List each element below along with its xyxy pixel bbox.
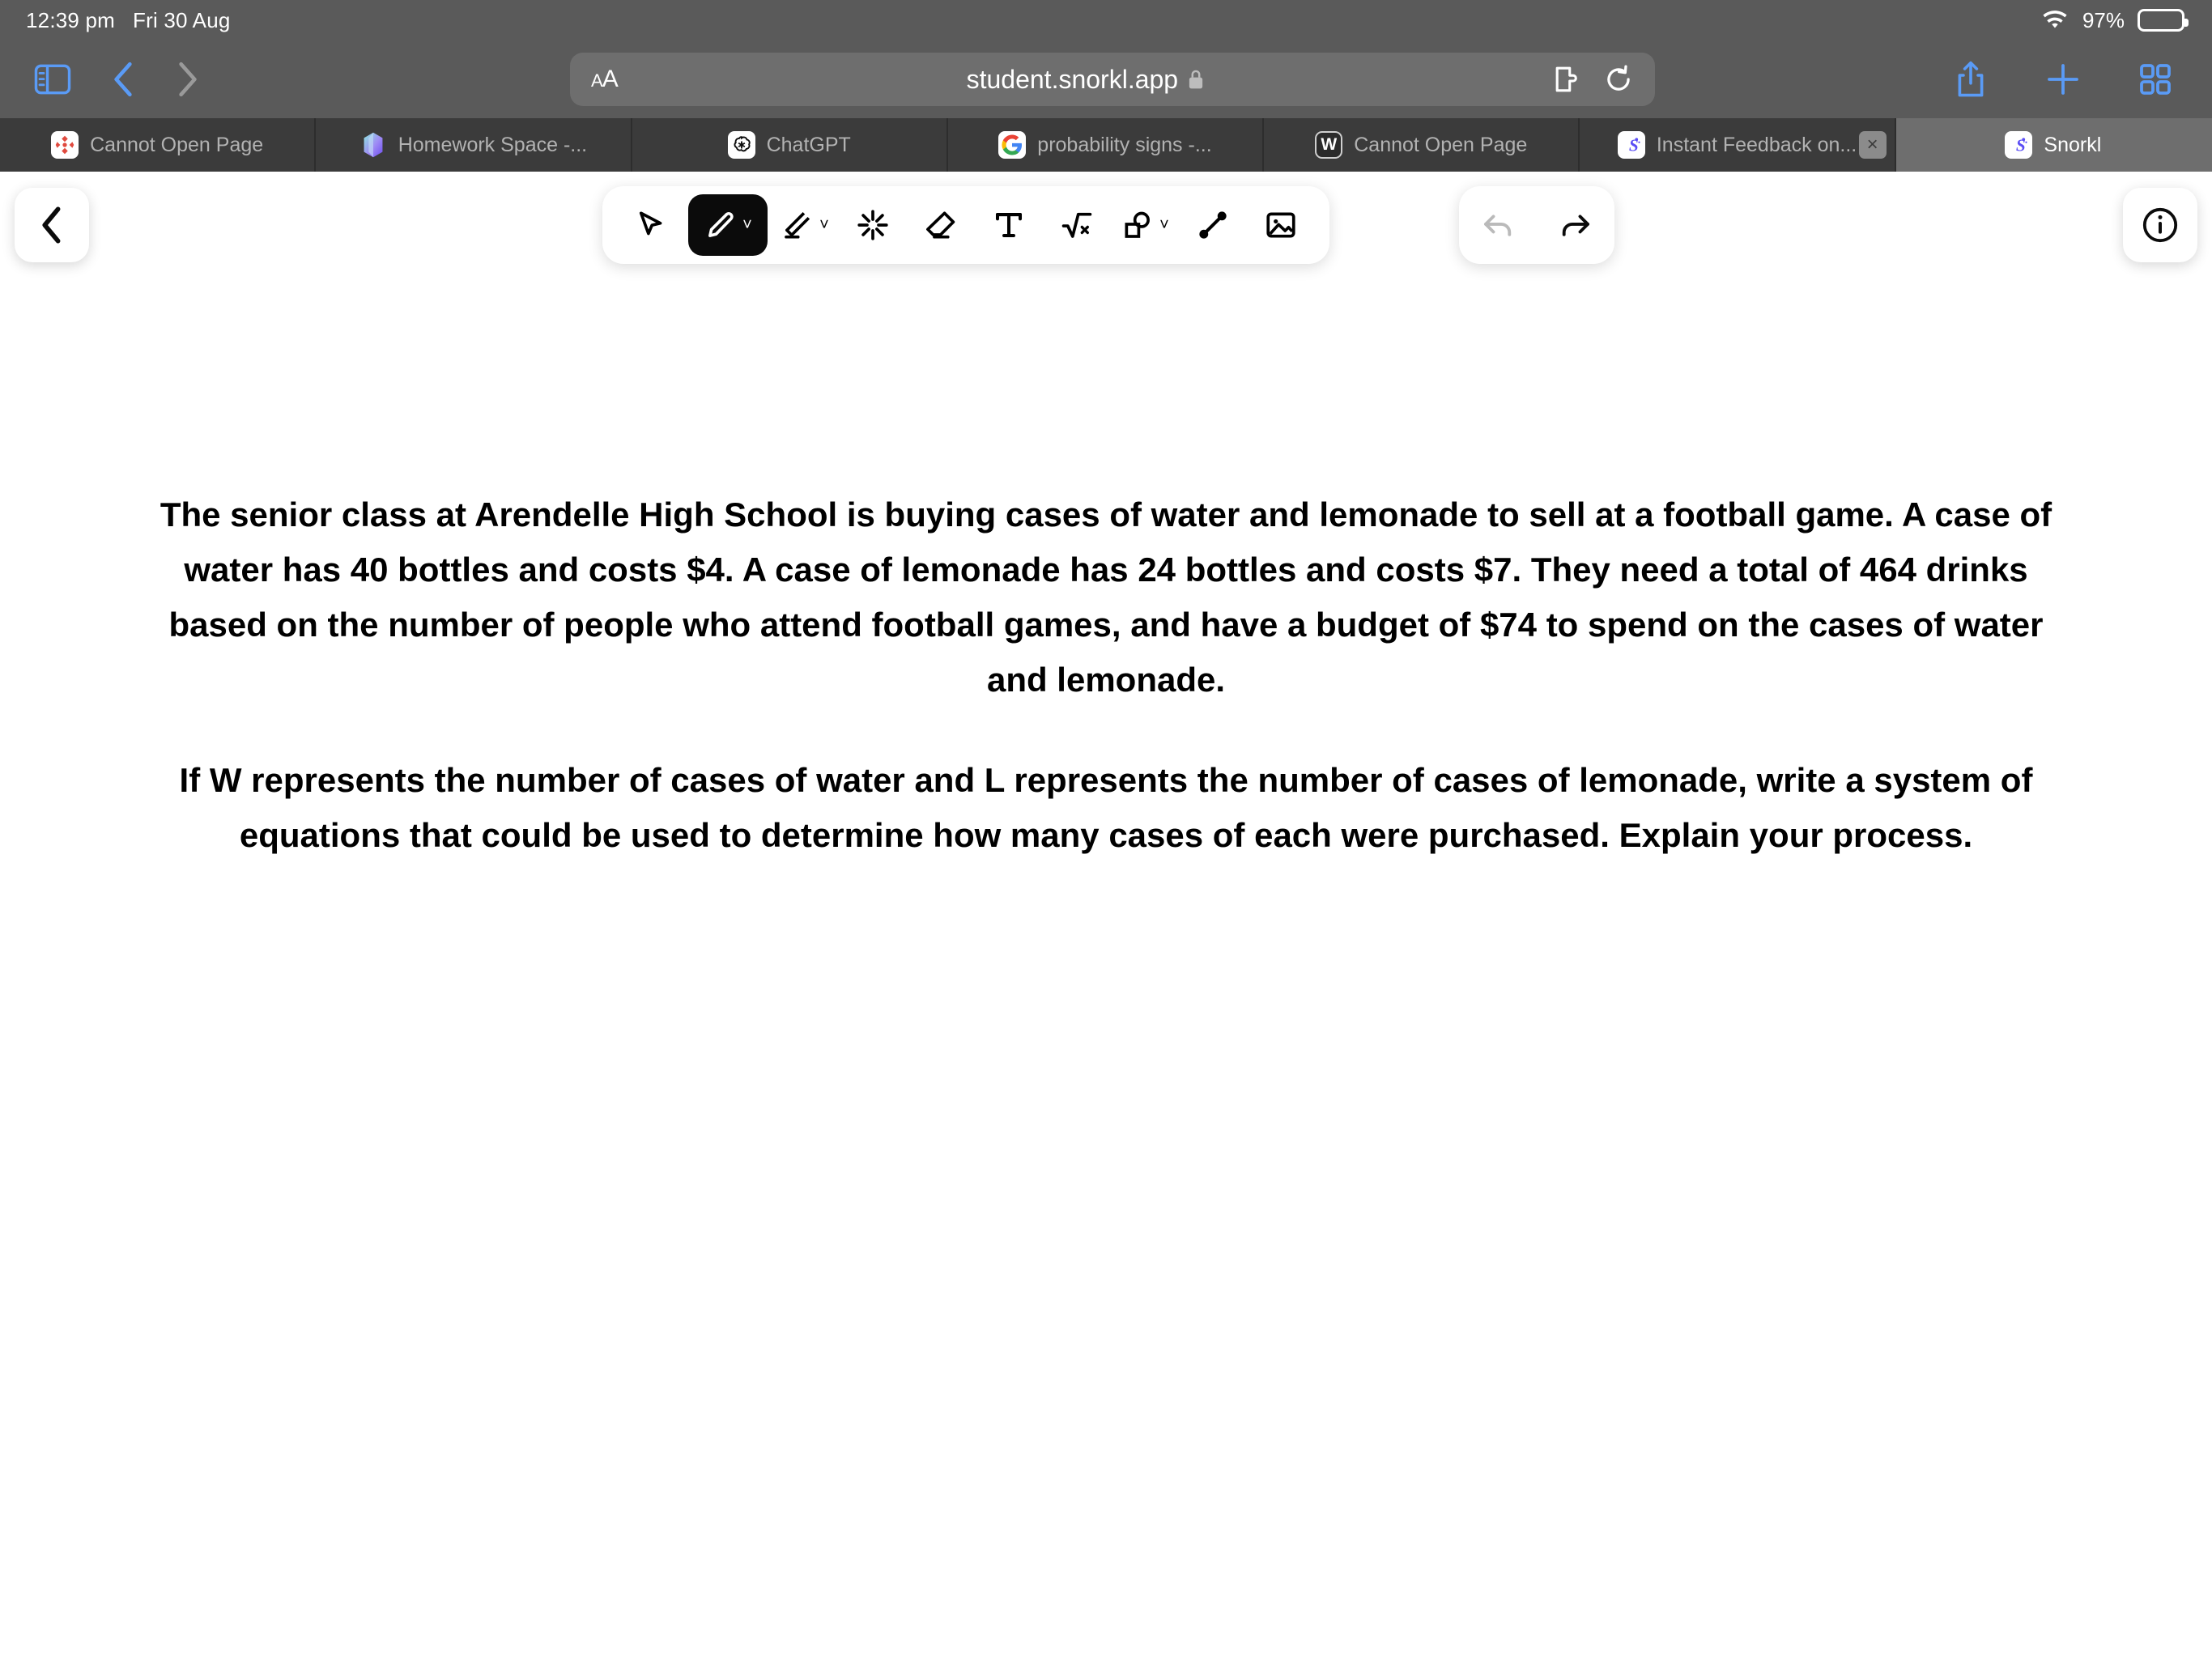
broken-page-icon: [51, 131, 79, 159]
sidebar-toggle-icon[interactable]: [34, 64, 71, 95]
undo-button[interactable]: [1469, 196, 1527, 254]
app-info-button[interactable]: [2123, 188, 2197, 262]
tab-label: Cannot Open Page: [1354, 133, 1528, 156]
image-tool[interactable]: [1250, 194, 1312, 256]
openai-icon: [727, 131, 755, 159]
text-size-button[interactable]: AA: [591, 66, 619, 93]
select-tool[interactable]: [620, 194, 682, 256]
history-toolbar: [1459, 186, 1614, 264]
battery-icon: [2138, 9, 2189, 32]
wifi-icon: [2040, 10, 2069, 31]
tab-close-icon[interactable]: ×: [1858, 131, 1887, 159]
math-tool[interactable]: [1046, 194, 1108, 256]
battery-percent: 97%: [2082, 7, 2125, 32]
text-tool[interactable]: [978, 194, 1040, 256]
status-time: 12:39 pm: [26, 7, 116, 32]
drawing-toolbar: ˅ ˅ ˅: [602, 186, 1329, 264]
tab-label: Snorkl: [2044, 133, 2102, 156]
reload-icon[interactable]: [1603, 64, 1634, 95]
app-back-button[interactable]: [15, 188, 89, 262]
pen-tool[interactable]: ˅: [688, 194, 768, 256]
highlighter-tool[interactable]: ˅: [774, 194, 836, 256]
question-prompt: The senior class at Arendelle High Schoo…: [0, 487, 2212, 863]
tab-homework-space[interactable]: Homework Space -...: [316, 118, 632, 172]
status-bar-left: 12:39 pm Fri 30 Aug: [0, 8, 231, 33]
ios-status-bar: 12:39 pm Fri 30 Aug 97%: [0, 0, 2212, 40]
share-icon[interactable]: [1953, 60, 1989, 99]
tab-probability-signs[interactable]: probability signs -...: [948, 118, 1265, 172]
safari-right-icons: [1953, 60, 2212, 99]
lock-icon: [1188, 69, 1204, 90]
redo-button[interactable]: [1546, 196, 1605, 254]
line-tool[interactable]: [1182, 194, 1244, 256]
chevron-down-icon[interactable]: ˅: [742, 217, 752, 233]
tab-label: Instant Feedback on...: [1656, 133, 1857, 156]
safari-toolbar: AA student.snorkl.app: [0, 40, 2212, 118]
laser-tool[interactable]: [842, 194, 904, 256]
back-chevron-icon[interactable]: [110, 61, 136, 98]
address-bar-center[interactable]: student.snorkl.app: [618, 65, 1553, 95]
forward-chevron-icon: [175, 61, 201, 98]
tab-chatgpt[interactable]: ChatGPT: [632, 118, 948, 172]
tab-cannot-open-page-2[interactable]: W Cannot Open Page: [1264, 118, 1580, 172]
tab-cannot-open-page-1[interactable]: Cannot Open Page: [0, 118, 317, 172]
google-icon: [998, 131, 1027, 159]
tab-label: probability signs -...: [1037, 133, 1212, 156]
status-bar-right: 97%: [2040, 8, 2212, 33]
url-text: student.snorkl.app: [966, 64, 1179, 94]
tab-label: ChatGPT: [766, 133, 851, 156]
status-date: Fri 30 Aug: [133, 7, 231, 32]
snorkl-icon: S: [1617, 131, 1645, 159]
snorkl-canvas: ˅ ˅ ˅ The senior class at Arendelle High…: [0, 172, 2212, 1658]
chevron-down-icon[interactable]: ˅: [1159, 217, 1169, 233]
tab-grid-icon[interactable]: [2138, 62, 2173, 97]
safari-nav-icons: [0, 61, 201, 98]
extensions-icon[interactable]: [1553, 64, 1584, 95]
eraser-tool[interactable]: [910, 194, 972, 256]
shape-tool[interactable]: ˅: [1114, 194, 1176, 256]
gem-icon: [359, 131, 387, 159]
w-icon: W: [1315, 131, 1343, 159]
tab-label: Cannot Open Page: [90, 133, 264, 156]
prompt-paragraph-1: The senior class at Arendelle High Schoo…: [160, 495, 2052, 699]
ipad-screen: 12:39 pm Fri 30 Aug 97% AA student.snork…: [0, 0, 2212, 1658]
tab-snorkl[interactable]: S Snorkl: [1895, 118, 2212, 172]
snorkl-icon: S: [2005, 131, 2033, 159]
tab-label: Homework Space -...: [398, 133, 588, 156]
plus-icon[interactable]: [2045, 62, 2081, 97]
address-bar-right: [1553, 64, 1634, 95]
tab-instant-feedback[interactable]: S Instant Feedback on... ×: [1580, 118, 1896, 172]
chevron-down-icon[interactable]: ˅: [819, 217, 829, 233]
safari-tab-bar: Cannot Open Page Homework Space -... Cha…: [0, 118, 2212, 172]
address-bar[interactable]: AA student.snorkl.app: [570, 53, 1655, 106]
prompt-paragraph-2: If W represents the number of cases of w…: [179, 761, 2033, 855]
